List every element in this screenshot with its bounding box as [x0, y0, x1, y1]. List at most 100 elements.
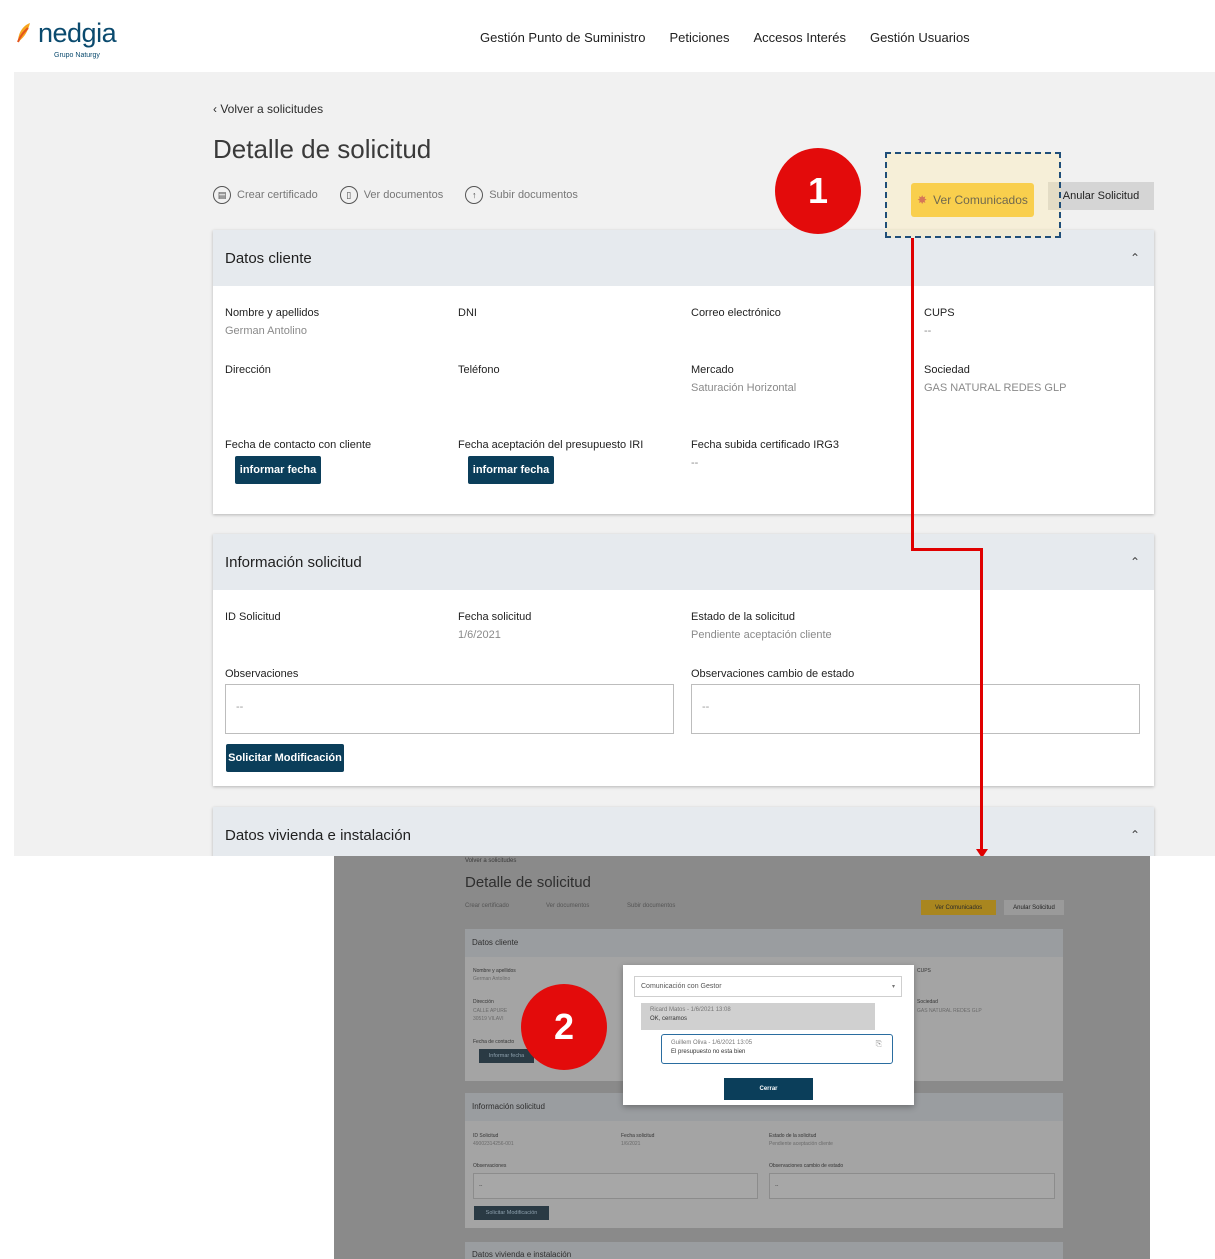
field-label: Fecha de contacto con cliente: [225, 439, 372, 451]
field-id-solicitud: ID Solicitud: [225, 611, 445, 629]
view-documents-label: Ver documentos: [363, 189, 444, 201]
field-cups: CUPS --: [924, 307, 1144, 337]
annotation-line: [911, 548, 983, 551]
caret-down-icon: ▾: [891, 984, 895, 990]
informar-fecha-presupuesto-button[interactable]: informar fecha: [468, 456, 554, 484]
s2-upload-documents: Subir documentos: [627, 903, 676, 909]
ver-comunicados-button[interactable]: ✸ Ver Comunicados: [911, 183, 1034, 217]
field-label: Nombre y apellidos: [225, 307, 320, 319]
field-value: German Antolino: [225, 325, 307, 337]
cerrar-button[interactable]: Cerrar: [724, 1078, 813, 1100]
s2-nombre-label: Nombre y apellidos: [473, 968, 516, 974]
datos-vivienda-title: Datos vivienda e instalación: [225, 826, 411, 844]
field-label: Dirección: [225, 364, 271, 376]
annotation-line: [980, 548, 983, 850]
anular-solicitud-button[interactable]: Anular Solicitud: [1048, 182, 1154, 210]
logo-drop-icon: [17, 23, 30, 43]
datos-cliente-card: Datos cliente ⌃ Nombre y apellidos Germa…: [213, 230, 1154, 514]
field-fecha-contacto: Fecha de contacto con cliente: [225, 439, 445, 451]
message-meta: Guillem Oliva - 1/6/2021 13:05: [671, 1040, 753, 1046]
s2-solicitar-modificacion-button: Solicitar Modificación: [474, 1206, 549, 1220]
s2-back-link: Volver a solicitudes: [465, 858, 517, 864]
page-title: Detalle de solicitud: [213, 134, 432, 164]
field-value: --: [924, 325, 932, 337]
message-text: El presupuesto no esta bien: [671, 1049, 746, 1055]
field-fecha-solicitud: Fecha solicitud 1/6/2021: [458, 611, 678, 641]
field-label: Sociedad: [924, 364, 970, 376]
informacion-solicitud-card: Información solicitud ⌃ ID Solicitud Fec…: [213, 534, 1154, 786]
s2-ver-comunicados-button: Ver Comunicados: [921, 900, 996, 915]
nedgia-logo[interactable]: nedgia Grupo Naturgy: [16, 14, 117, 62]
nav-accesos-interes[interactable]: Accesos Interés: [753, 30, 846, 45]
datos-cliente-header[interactable]: Datos cliente ⌃: [213, 230, 1154, 286]
s2-nombre-value: German Antolino: [473, 976, 511, 982]
field-label: Fecha aceptación del presupuesto IRI: [458, 439, 644, 451]
datos-vivienda-header[interactable]: Datos vivienda e instalación ⌃: [213, 807, 1154, 856]
s2-fecha-value: 1/6/2021: [621, 1141, 641, 1147]
nav-peticiones[interactable]: Peticiones: [669, 30, 729, 45]
field-dni: DNI: [458, 307, 678, 325]
s2-create-certificate: Crear certificado: [465, 903, 510, 909]
upload-icon: ↑: [465, 186, 484, 204]
nav-gestion-usuarios[interactable]: Gestión Usuarios: [870, 30, 970, 45]
s2-fecha-contacto-label: Fecha de contacto: [473, 1039, 515, 1045]
chevron-up-icon[interactable]: ⌃: [1130, 828, 1140, 842]
step-badge-2: 2: [521, 984, 607, 1070]
s2-id-label: ID Solicitud: [473, 1133, 499, 1139]
field-value: Saturación Horizontal: [691, 382, 797, 394]
s2-id-value: 49002314256-001: [473, 1141, 514, 1147]
annotation-line: [911, 238, 914, 551]
obs-cambio-label-wrap: Observaciones cambio de estado: [691, 668, 991, 680]
back-link[interactable]: ‹ Volver a solicitudes: [213, 102, 323, 116]
field-label: CUPS: [924, 307, 955, 319]
message-text: OK, cerramos: [650, 1016, 688, 1022]
solicitar-modificacion-button[interactable]: Solicitar Modificación: [226, 744, 344, 772]
field-estado-solicitud: Estado de la solicitud Pendiente aceptac…: [691, 611, 911, 641]
upload-documents-action[interactable]: ↑ Subir documentos: [465, 186, 578, 204]
field-value: Pendiente aceptación cliente: [691, 629, 832, 641]
back-link-label: Volver a solicitudes: [220, 102, 324, 116]
attachment-icon[interactable]: ⎘: [876, 1039, 882, 1049]
s2-direccion-value-1: CALLE APURE: [473, 1008, 508, 1014]
s2-info-solicitud-title: Información solicitud: [472, 1102, 545, 1111]
main-nav: Gestión Punto de Suministro Peticiones A…: [480, 30, 970, 45]
s2-estado-value: Pendiente aceptación cliente: [769, 1141, 833, 1147]
s2-obs-cambio-value: --: [775, 1183, 779, 1189]
s2-direccion-value-2: 30519 VILAVI: [473, 1016, 504, 1022]
logo-wordmark: nedgia: [38, 18, 117, 48]
field-direccion: Dirección: [225, 364, 445, 382]
s2-anular-button: Anular Solicitud: [1004, 900, 1064, 915]
chevron-up-icon[interactable]: ⌃: [1130, 555, 1140, 569]
ver-comunicados-label: Ver Comunicados: [933, 193, 1028, 207]
logo-subtitle: Grupo Naturgy: [54, 52, 100, 59]
upload-documents-label: Subir documentos: [489, 189, 578, 201]
s2-vivienda-title: Datos vivienda e instalación: [472, 1250, 572, 1259]
informar-fecha-contacto-button[interactable]: informar fecha: [235, 456, 321, 484]
observaciones-label: Observaciones: [225, 668, 299, 680]
view-documents-action[interactable]: ▯ Ver documentos: [339, 186, 444, 204]
communication-type-value: Comunicación con Gestor: [641, 983, 722, 990]
top-navigation: nedgia Grupo Naturgy Gestión Punto de Su…: [0, 0, 1215, 72]
field-value: 1/6/2021: [458, 629, 501, 641]
field-correo: Correo electrónico: [691, 307, 911, 325]
s2-obs-cambio-field: --: [769, 1173, 1055, 1199]
informacion-solicitud-header[interactable]: Información solicitud ⌃: [213, 534, 1154, 590]
s2-page-title: Detalle de solicitud: [465, 874, 591, 891]
action-links: ▤ Crear certificado ▯ Ver documentos ↑ S…: [213, 186, 578, 204]
chevron-up-icon[interactable]: ⌃: [1130, 251, 1140, 265]
communication-type-select[interactable]: Comunicación con Gestor ▾: [634, 976, 902, 997]
request-detail-page: ‹ Volver a solicitudes Detalle de solici…: [14, 72, 1215, 856]
field-value: GAS NATURAL REDES GLP: [924, 382, 1067, 394]
obs-cambio-estado-field[interactable]: --: [691, 684, 1140, 734]
create-certificate-action[interactable]: ▤ Crear certificado: [213, 186, 318, 204]
observaciones-field[interactable]: --: [225, 684, 674, 734]
field-label: ID Solicitud: [225, 611, 281, 623]
field-label: Correo electrónico: [691, 307, 781, 319]
comunicados-modal: Comunicación con Gestor ▾ Ricard Matos -…: [623, 965, 914, 1105]
datos-vivienda-card: Datos vivienda e instalación ⌃: [213, 807, 1154, 856]
s2-informar-fecha-button: Informar fecha: [479, 1049, 534, 1063]
nav-gestion-punto-suministro[interactable]: Gestión Punto de Suministro: [480, 30, 645, 45]
field-sociedad: Sociedad GAS NATURAL REDES GLP: [924, 364, 1144, 394]
obs-cambio-estado-label: Observaciones cambio de estado: [691, 668, 855, 680]
field-mercado: Mercado Saturación Horizontal: [691, 364, 911, 394]
